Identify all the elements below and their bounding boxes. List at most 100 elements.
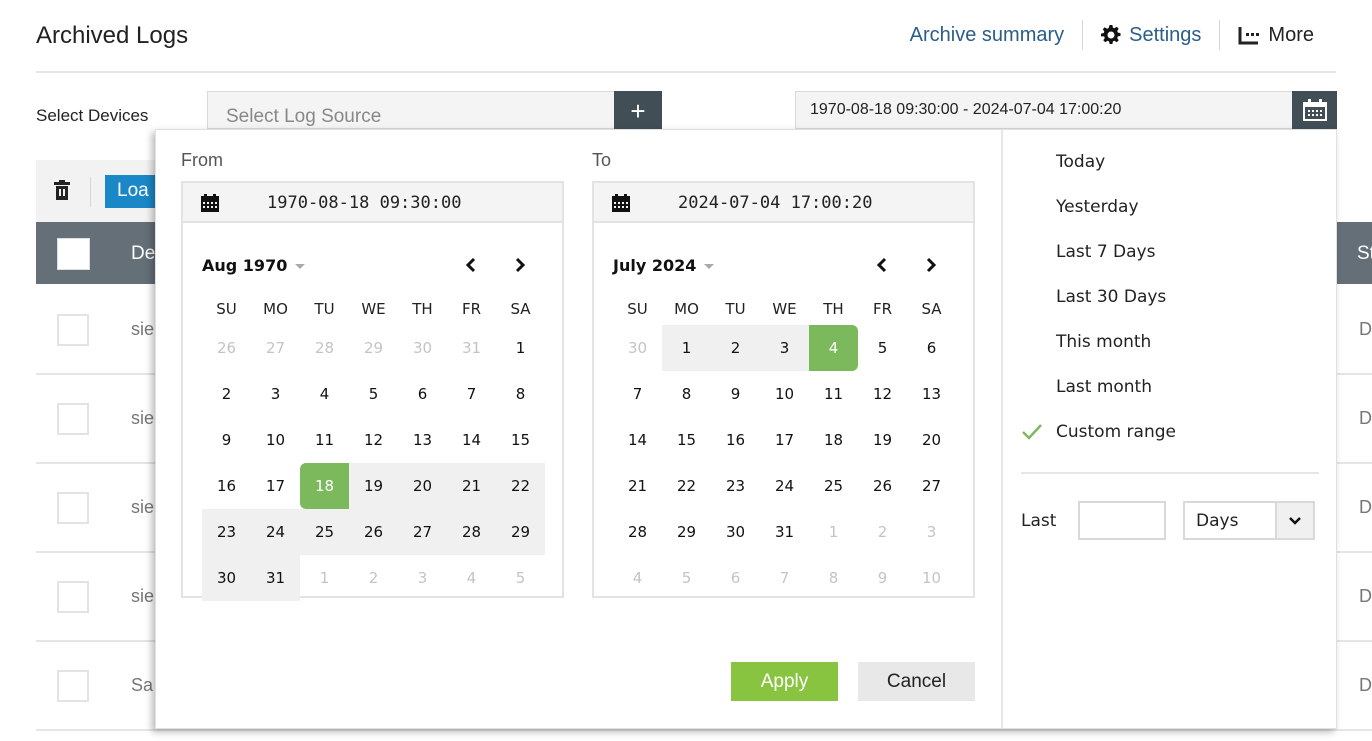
row-checkbox[interactable] — [57, 492, 89, 524]
from-date-input[interactable]: 1970-08-18 09:30:00 — [183, 183, 562, 223]
day-cell[interactable]: 22 — [496, 463, 545, 509]
day-cell[interactable]: 15 — [662, 417, 711, 463]
day-cell[interactable]: 1 — [809, 509, 858, 555]
day-cell[interactable]: 14 — [613, 417, 662, 463]
day-cell[interactable]: 4 — [300, 371, 349, 417]
select-all-checkbox[interactable] — [57, 238, 90, 270]
day-cell[interactable]: 27 — [251, 325, 300, 371]
preset-range-item[interactable]: Last 7 Days — [1021, 238, 1321, 283]
day-cell[interactable]: 10 — [251, 417, 300, 463]
row-checkbox[interactable] — [57, 403, 89, 435]
date-range-input[interactable]: 1970-08-18 09:30:00 - 2024-07-04 17:00:2… — [795, 91, 1292, 129]
preset-range-item[interactable]: Custom range — [1021, 418, 1321, 463]
row-checkbox[interactable] — [57, 314, 89, 346]
day-cell[interactable]: 31 — [447, 325, 496, 371]
preset-range-item[interactable]: Today — [1021, 148, 1321, 193]
day-cell[interactable]: 16 — [711, 417, 760, 463]
day-cell[interactable]: 30 — [613, 325, 662, 371]
day-cell[interactable]: 12 — [349, 417, 398, 463]
day-cell[interactable]: 29 — [349, 325, 398, 371]
day-cell[interactable]: 26 — [349, 509, 398, 555]
day-cell[interactable]: 9 — [202, 417, 251, 463]
archive-summary-link[interactable]: Archive summary — [910, 24, 1064, 47]
day-cell[interactable]: 1 — [662, 325, 711, 371]
day-cell[interactable]: 21 — [447, 463, 496, 509]
day-cell[interactable]: 18 — [809, 417, 858, 463]
day-cell[interactable]: 1 — [496, 325, 545, 371]
day-cell[interactable]: 9 — [711, 371, 760, 417]
day-cell[interactable]: 14 — [447, 417, 496, 463]
preset-range-item[interactable]: Last month — [1021, 373, 1321, 418]
day-cell[interactable]: 13 — [398, 417, 447, 463]
preset-range-item[interactable]: This month — [1021, 328, 1321, 373]
day-cell[interactable]: 16 — [202, 463, 251, 509]
day-cell[interactable]: 3 — [907, 509, 956, 555]
apply-button[interactable]: Apply — [731, 662, 838, 701]
day-cell[interactable]: 5 — [496, 555, 545, 601]
to-month-selector[interactable]: July 2024 — [613, 256, 715, 275]
day-cell[interactable]: 31 — [760, 509, 809, 555]
day-cell[interactable]: 11 — [300, 417, 349, 463]
day-cell[interactable]: 8 — [496, 371, 545, 417]
day-cell[interactable]: 4 — [447, 555, 496, 601]
day-cell[interactable]: 12 — [858, 371, 907, 417]
day-cell[interactable]: 20 — [398, 463, 447, 509]
day-cell[interactable]: 2 — [202, 371, 251, 417]
selected-day-cell[interactable]: 18 — [300, 463, 349, 509]
day-cell[interactable]: 30 — [202, 555, 251, 601]
day-cell[interactable]: 10 — [760, 371, 809, 417]
column-header-status[interactable]: St — [1357, 243, 1372, 265]
day-cell[interactable]: 27 — [398, 509, 447, 555]
more-menu[interactable]: More — [1238, 24, 1314, 47]
preset-range-item[interactable]: Last 30 Days — [1021, 283, 1321, 328]
preset-range-item[interactable]: Yesterday — [1021, 193, 1321, 238]
to-date-input[interactable]: 2024-07-04 17:00:20 — [594, 183, 973, 223]
day-cell[interactable]: 1 — [300, 555, 349, 601]
day-cell[interactable]: 29 — [496, 509, 545, 555]
day-cell[interactable]: 30 — [398, 325, 447, 371]
day-cell[interactable]: 26 — [858, 463, 907, 509]
day-cell[interactable]: 7 — [613, 371, 662, 417]
day-cell[interactable]: 17 — [760, 417, 809, 463]
day-cell[interactable]: 23 — [202, 509, 251, 555]
day-cell[interactable]: 28 — [447, 509, 496, 555]
day-cell[interactable]: 6 — [711, 555, 760, 601]
row-checkbox[interactable] — [57, 581, 89, 613]
trash-icon[interactable] — [54, 180, 70, 200]
day-cell[interactable]: 4 — [613, 555, 662, 601]
add-log-source-button[interactable]: + — [614, 91, 662, 129]
day-cell[interactable]: 30 — [711, 509, 760, 555]
chevron-left-icon[interactable] — [461, 255, 481, 275]
day-cell[interactable]: 2 — [858, 509, 907, 555]
day-cell[interactable]: 17 — [251, 463, 300, 509]
day-cell[interactable]: 13 — [907, 371, 956, 417]
day-cell[interactable]: 5 — [662, 555, 711, 601]
day-cell[interactable]: 25 — [809, 463, 858, 509]
day-cell[interactable]: 19 — [858, 417, 907, 463]
day-cell[interactable]: 22 — [662, 463, 711, 509]
day-cell[interactable]: 6 — [907, 325, 956, 371]
day-cell[interactable]: 10 — [907, 555, 956, 601]
day-cell[interactable]: 26 — [202, 325, 251, 371]
cancel-button[interactable]: Cancel — [858, 662, 975, 701]
day-cell[interactable]: 28 — [300, 325, 349, 371]
day-cell[interactable]: 9 — [858, 555, 907, 601]
selected-day-cell[interactable]: 4 — [809, 325, 858, 371]
day-cell[interactable]: 25 — [300, 509, 349, 555]
day-cell[interactable]: 2 — [711, 325, 760, 371]
day-cell[interactable]: 7 — [760, 555, 809, 601]
day-cell[interactable]: 5 — [349, 371, 398, 417]
day-cell[interactable]: 5 — [858, 325, 907, 371]
day-cell[interactable]: 31 — [251, 555, 300, 601]
day-cell[interactable]: 2 — [349, 555, 398, 601]
day-cell[interactable]: 24 — [760, 463, 809, 509]
day-cell[interactable]: 23 — [711, 463, 760, 509]
day-cell[interactable]: 27 — [907, 463, 956, 509]
last-count-input[interactable] — [1078, 501, 1166, 540]
day-cell[interactable]: 24 — [251, 509, 300, 555]
day-cell[interactable]: 20 — [907, 417, 956, 463]
day-cell[interactable]: 7 — [447, 371, 496, 417]
day-cell[interactable]: 3 — [398, 555, 447, 601]
log-source-input[interactable]: Select Log Source — [207, 91, 614, 129]
day-cell[interactable]: 3 — [251, 371, 300, 417]
